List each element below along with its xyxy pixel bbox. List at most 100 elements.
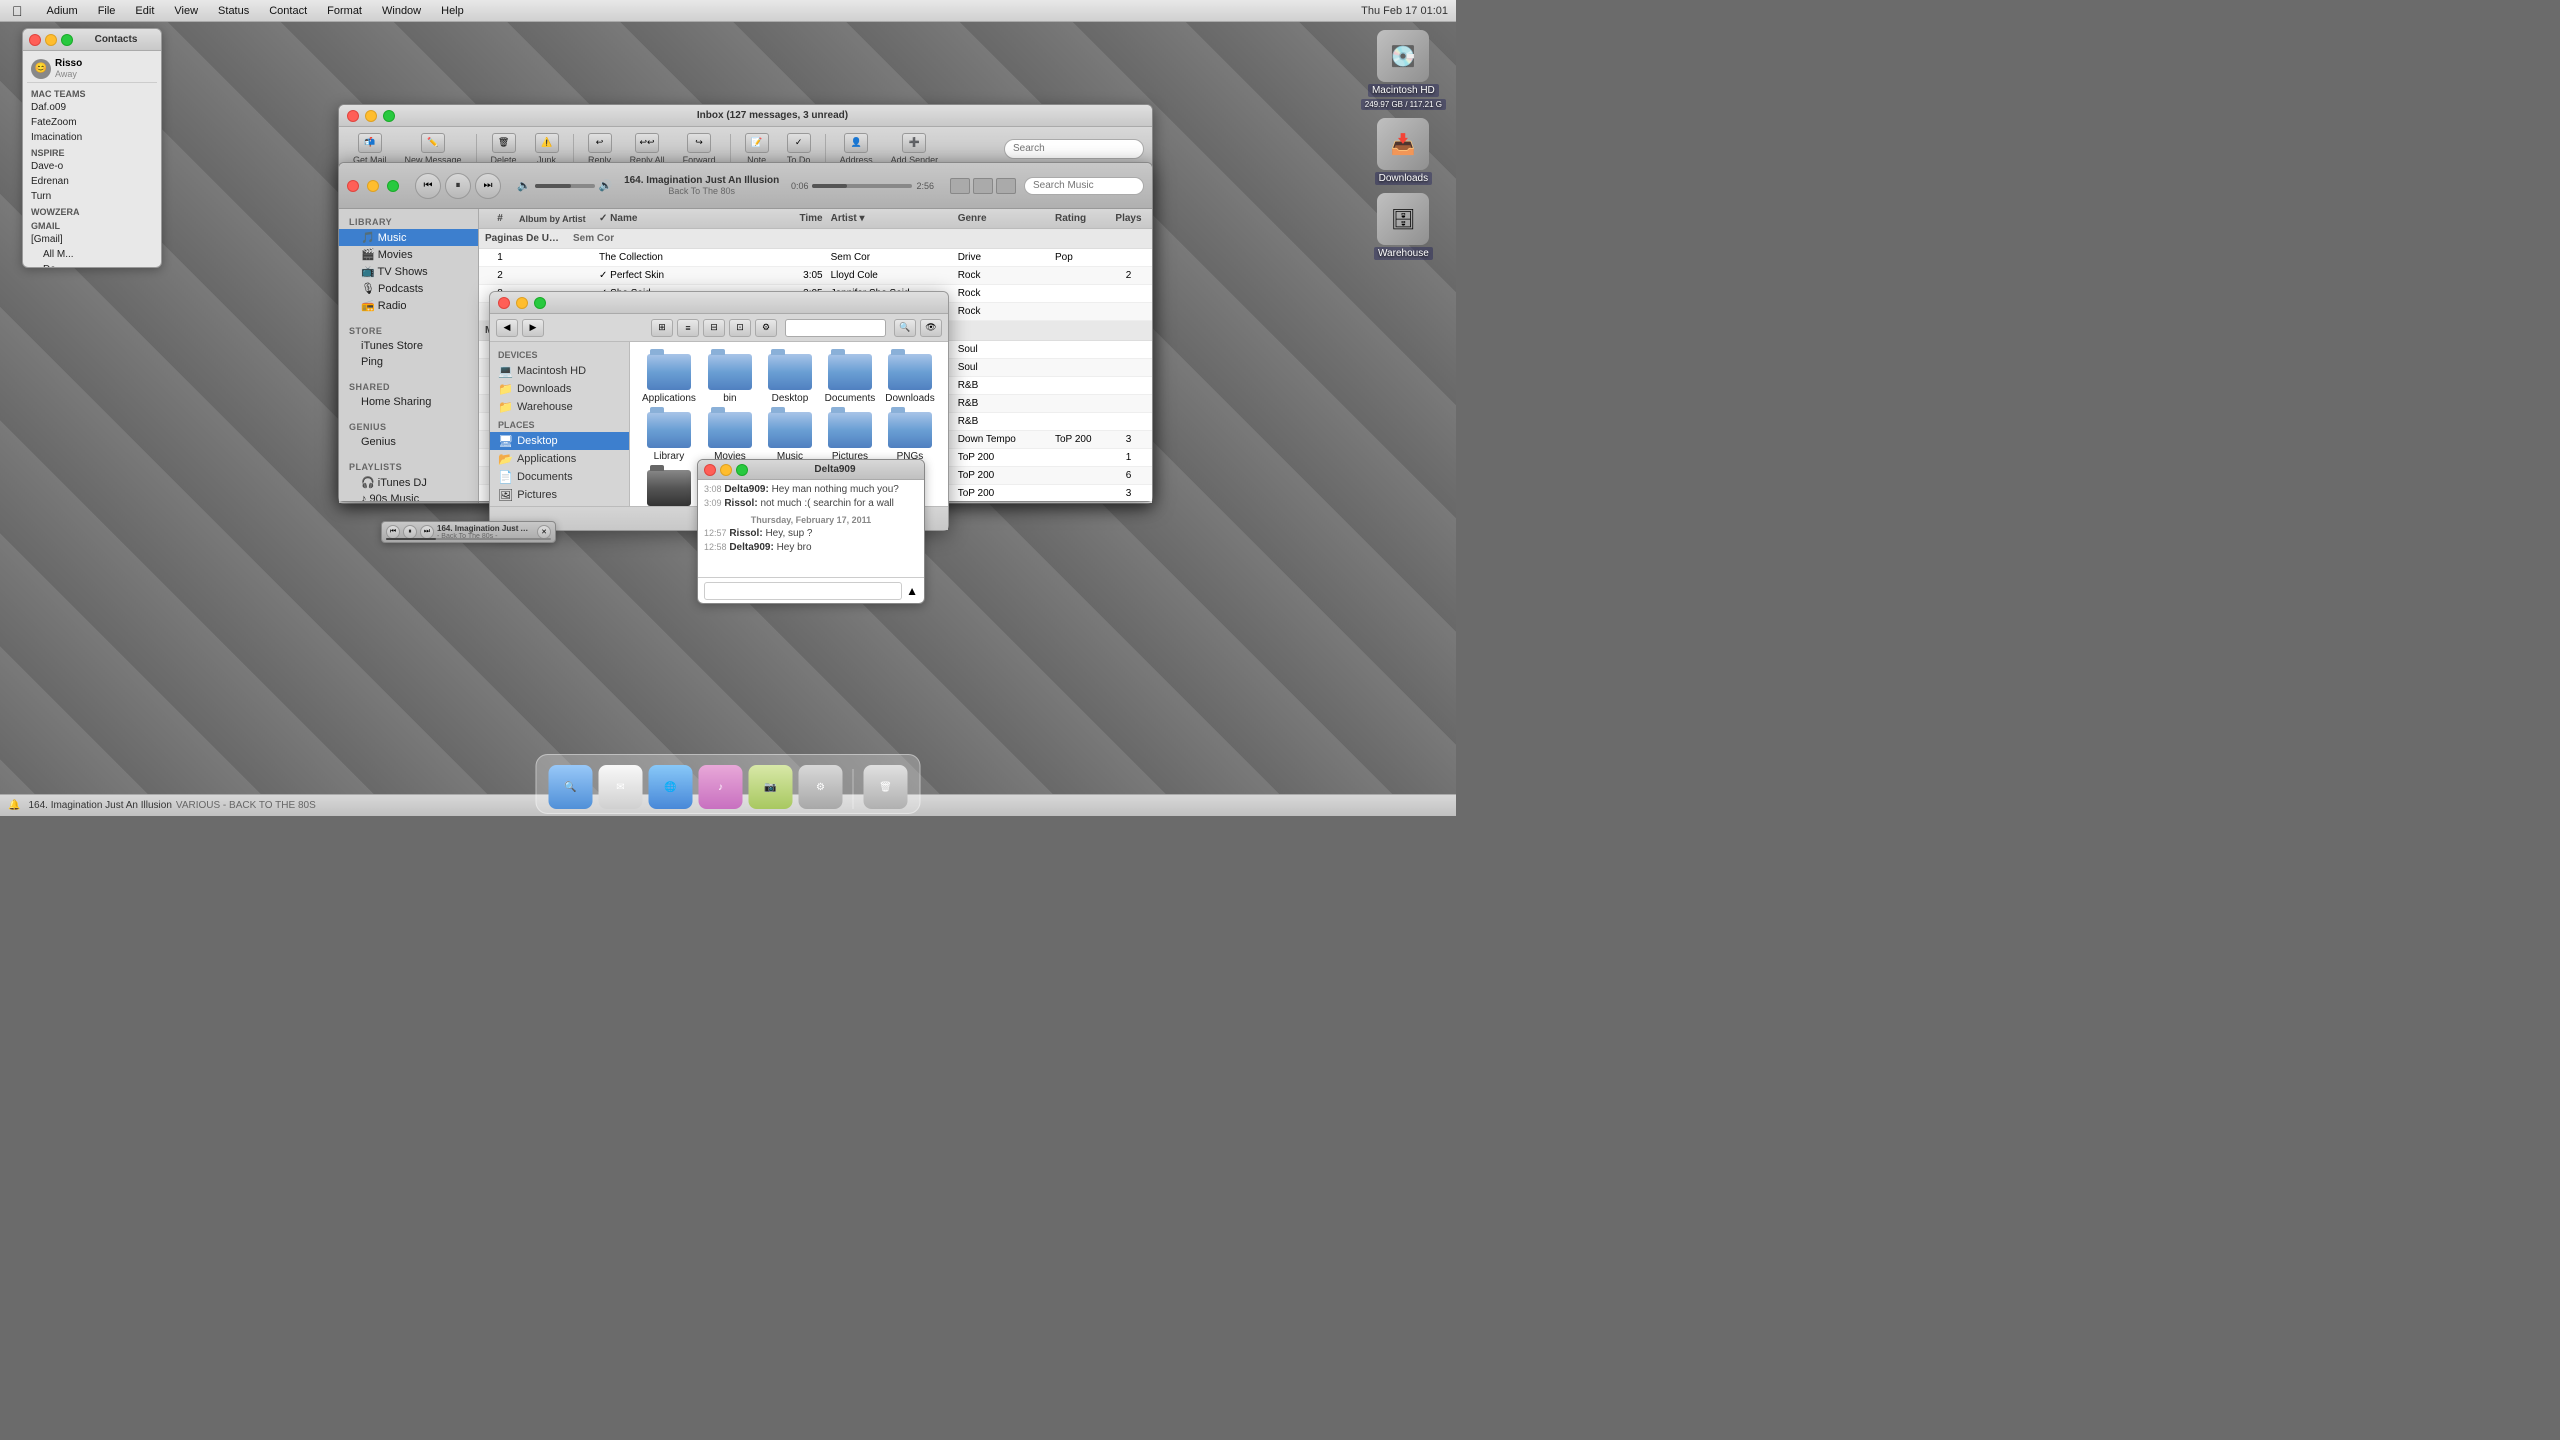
finder-folder-movies[interactable]: Movies <box>704 412 756 462</box>
itunes-home-sharing-item[interactable]: Home Sharing <box>339 394 478 410</box>
finder-sidebar-applications[interactable]: 📂 Applications <box>490 450 629 468</box>
itunes-radio-item[interactable]: 📻 Radio <box>339 297 478 314</box>
finder-list-view-button[interactable]: ≡ <box>677 319 699 337</box>
itunes-play-pause-button[interactable]: ⏸ <box>445 173 471 199</box>
itunes-search-input[interactable] <box>1024 177 1144 195</box>
mini-back-button[interactable]: ⏮ <box>386 525 400 539</box>
finder-folder-downloads[interactable]: Downloads <box>884 354 936 404</box>
mini-play-pause-button[interactable]: ⏸ <box>403 525 417 539</box>
dock-item-iphoto[interactable]: 📷 <box>749 765 793 809</box>
adium-contact-daveo[interactable]: Dave-o <box>27 159 157 174</box>
menu-contact[interactable]: Contact <box>265 5 311 17</box>
itunes-90s-item[interactable]: ♪ 90s Music <box>339 491 478 501</box>
chat-input-field[interactable] <box>704 582 902 600</box>
adium-contact-daf[interactable]: Daf.o09 <box>27 100 157 115</box>
mail-minimize-button[interactable] <box>365 110 377 122</box>
adium-contact-imacination[interactable]: Imacination <box>27 130 157 145</box>
finder-folder-pictures[interactable]: Pictures <box>824 412 876 462</box>
finder-folder-documents[interactable]: Documents <box>824 354 876 404</box>
finder-sidebar-documents[interactable]: 📄 Documents <box>490 468 629 486</box>
finder-coverflow-button[interactable]: ⊡ <box>729 319 751 337</box>
finder-close-button[interactable] <box>498 297 510 309</box>
finder-forward-button[interactable]: ▶ <box>522 319 544 337</box>
menu-window[interactable]: Window <box>378 5 425 17</box>
volume-slider[interactable] <box>535 184 595 188</box>
finder-folder-music[interactable]: Music <box>764 412 816 462</box>
itunes-tvshows-item[interactable]: 📺 TV Shows <box>339 263 478 280</box>
adium-contact-edrenan[interactable]: Edrenan <box>27 174 157 189</box>
itunes-forward-button[interactable]: ⏭ <box>475 173 501 199</box>
finder-folder-desktop[interactable]: Desktop <box>764 354 816 404</box>
itunes-podcasts-item[interactable]: 🎙 Podcasts <box>339 280 478 297</box>
finder-folder-public[interactable]: Public <box>642 470 696 506</box>
itunes-movies-item[interactable]: 🎬 Movies <box>339 246 478 263</box>
finder-folder-applications[interactable]: Applications <box>642 354 696 404</box>
chat-minimize-button[interactable] <box>720 464 732 476</box>
itunes-genius-item[interactable]: Genius <box>339 434 478 450</box>
adium-contact-turn[interactable]: Turn <box>27 189 157 204</box>
finder-maximize-button[interactable] <box>534 297 546 309</box>
itunes-progress-slider[interactable] <box>812 184 912 188</box>
maximize-button[interactable] <box>61 34 73 46</box>
mail-search-input[interactable] <box>1004 139 1144 159</box>
finder-icon-view-button[interactable]: ⊞ <box>651 319 673 337</box>
minimize-button[interactable] <box>45 34 57 46</box>
itunes-music-item[interactable]: 🎵 Music <box>339 229 478 246</box>
finder-search-button[interactable]: 🔍 <box>894 319 916 337</box>
itunes-row-1[interactable]: 1 The Collection Sem Cor Drive Pop <box>479 249 1152 267</box>
itunes-row-2[interactable]: 2 ✓ Perfect Skin 3:05 Lloyd Cole Rock 2 <box>479 267 1152 285</box>
menu-file[interactable]: File <box>94 5 120 17</box>
finder-quick-look-button[interactable]: 👁 <box>920 319 942 337</box>
adium-contact-da[interactable]: Da... <box>27 262 157 267</box>
finder-sidebar-music[interactable]: 🎵 Music <box>490 504 629 506</box>
itunes-coverflow-button[interactable] <box>996 178 1016 194</box>
menu-help[interactable]: Help <box>437 5 468 17</box>
dock-item-trash[interactable]: 🗑 <box>864 765 908 809</box>
finder-back-button[interactable]: ◀ <box>496 319 518 337</box>
mini-expand-button[interactable]: ✕ <box>537 525 551 539</box>
desktop-icon-warehouse[interactable]: 🗄 Warehouse <box>1361 193 1446 260</box>
menu-view[interactable]: View <box>170 5 202 17</box>
itunes-album-view-button[interactable] <box>973 178 993 194</box>
itunes-close-button[interactable] <box>347 180 359 192</box>
finder-sidebar-pictures[interactable]: 🖼 Pictures <box>490 486 629 504</box>
dock-item-mail[interactable]: ✉ <box>599 765 643 809</box>
mail-close-button[interactable] <box>347 110 359 122</box>
itunes-dj-item[interactable]: 🎧 iTunes DJ <box>339 474 478 491</box>
finder-action-button[interactable]: ⚙ <box>755 319 777 337</box>
mini-forward-button[interactable]: ⏭ <box>420 525 434 539</box>
app-menu-adium[interactable]: Adium <box>43 5 82 17</box>
finder-column-view-button[interactable]: ⊟ <box>703 319 725 337</box>
finder-folder-library[interactable]: Library <box>642 412 696 462</box>
itunes-back-button[interactable]: ⏮ <box>415 173 441 199</box>
adium-contact-fatezoom[interactable]: FateZoom <box>27 115 157 130</box>
dock-item-safari[interactable]: 🌐 <box>649 765 693 809</box>
menu-format[interactable]: Format <box>323 5 366 17</box>
dock-item-sysprefs[interactable]: ⚙ <box>799 765 843 809</box>
finder-sidebar-desktop[interactable]: 🖥 Desktop <box>490 432 629 450</box>
finder-folder-pngs[interactable]: PNGs <box>884 412 936 462</box>
apple-menu[interactable]:  <box>8 3 27 19</box>
finder-folder-bin[interactable]: bin <box>704 354 756 404</box>
finder-sidebar-warehouse[interactable]: 📁 Warehouse <box>490 398 629 416</box>
itunes-store-item[interactable]: iTunes Store <box>339 338 478 354</box>
itunes-maximize-button[interactable] <box>387 180 399 192</box>
close-button[interactable] <box>29 34 41 46</box>
dock-item-itunes[interactable]: ♪ <box>699 765 743 809</box>
desktop-icon-macintosh-hd[interactable]: 💽 Macintosh HD 249.97 GB / 117.21 G <box>1361 30 1446 110</box>
adium-contact-allm[interactable]: All M... <box>27 247 157 262</box>
itunes-ping-item[interactable]: Ping <box>339 354 478 370</box>
desktop-icon-downloads[interactable]: 📥 Downloads <box>1361 118 1446 185</box>
dock-item-finder[interactable]: 🔍 <box>549 765 593 809</box>
finder-minimize-button[interactable] <box>516 297 528 309</box>
menu-edit[interactable]: Edit <box>131 5 158 17</box>
chat-maximize-button[interactable] <box>736 464 748 476</box>
itunes-list-view-button[interactable] <box>950 178 970 194</box>
finder-sidebar-macintosh-hd[interactable]: 💻 Macintosh HD <box>490 362 629 380</box>
finder-sidebar-downloads[interactable]: 📁 Downloads <box>490 380 629 398</box>
chat-close-button[interactable] <box>704 464 716 476</box>
itunes-minimize-button[interactable] <box>367 180 379 192</box>
menu-status[interactable]: Status <box>214 5 253 17</box>
mini-progress-bar[interactable] <box>386 538 551 540</box>
adium-contact-gmail[interactable]: [Gmail] <box>27 232 157 247</box>
